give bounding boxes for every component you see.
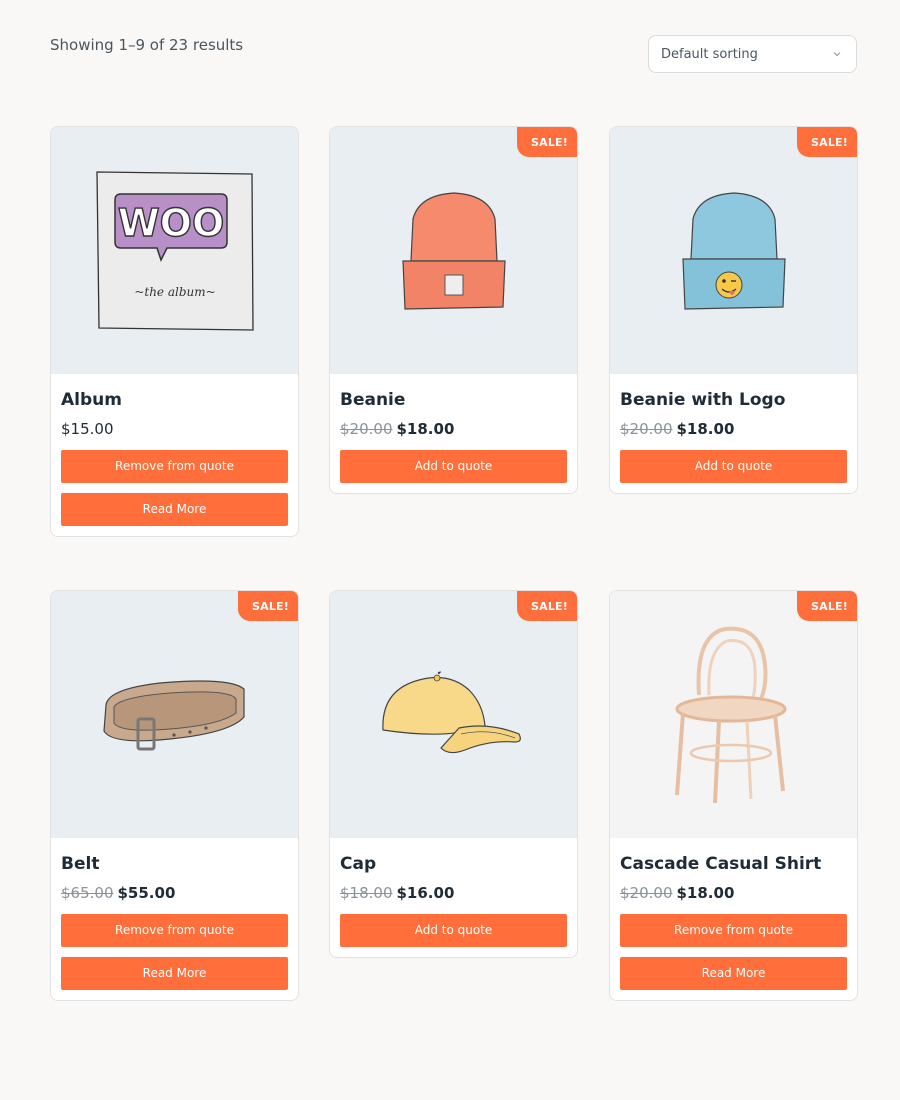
sale-badge: SALE! [238, 591, 298, 621]
svg-text:WOO: WOO [117, 201, 224, 245]
product-card-beanie-with-logo: SALE! Beanie with Logo $20.00 $18.00 Add … [609, 126, 858, 494]
price-regular: $15.00 [61, 420, 114, 438]
product-title[interactable]: Cap [340, 854, 567, 874]
cap-illustration [381, 671, 521, 753]
product-title[interactable]: Belt [61, 854, 288, 874]
price-sale: $18.00 [676, 884, 735, 902]
beanie-illustration [401, 191, 506, 310]
product-card-cap: SALE! Cap $18.00 $16.00 Add to quote [329, 590, 578, 958]
chevron-down-icon [833, 52, 841, 57]
remove-from-quote-button[interactable]: Remove from quote [61, 450, 288, 483]
add-to-quote-button[interactable]: Add to quote [620, 450, 847, 483]
product-title[interactable]: Beanie [340, 390, 567, 410]
read-more-button[interactable]: Read More [620, 957, 847, 990]
product-price: $65.00 $55.00 [61, 884, 288, 902]
price-old: $65.00 [61, 884, 114, 902]
price-sale: $16.00 [396, 884, 455, 902]
belt-illustration [102, 679, 245, 750]
price-sale: $18.00 [676, 420, 735, 438]
read-more-button[interactable]: Read More [61, 493, 288, 526]
chair-photo [674, 626, 786, 803]
price-old: $20.00 [620, 420, 673, 438]
sale-badge: SALE! [797, 127, 857, 157]
remove-from-quote-button[interactable]: Remove from quote [620, 914, 847, 947]
result-count: Showing 1–9 of 23 results [50, 36, 244, 54]
product-price: $15.00 [61, 420, 288, 438]
add-to-quote-button[interactable]: Add to quote [340, 450, 567, 483]
product-image-beanie-with-logo[interactable]: SALE! [610, 127, 857, 374]
product-image-album[interactable]: WOO ~the album~ [51, 127, 298, 374]
sale-badge: SALE! [517, 591, 577, 621]
product-price: $20.00 $18.00 [620, 420, 847, 438]
product-card-beanie: SALE! Beanie $20.00 $18.00 Add to quote [329, 126, 578, 494]
svg-text:~the album~: ~the album~ [134, 285, 215, 299]
price-old: $20.00 [620, 884, 673, 902]
product-price: $20.00 $18.00 [340, 420, 567, 438]
product-image-cascade-casual-shirt[interactable]: SALE! [610, 591, 857, 838]
product-card-cascade-casual-shirt: SALE! Cascade Casual Shirt $20.00 $18.00 … [609, 590, 858, 1001]
product-image-beanie[interactable]: SALE! [330, 127, 577, 374]
beanie-logo-illustration [681, 191, 786, 310]
product-image-cap[interactable]: SALE! [330, 591, 577, 838]
remove-from-quote-button[interactable]: Remove from quote [61, 914, 288, 947]
sale-badge: SALE! [517, 127, 577, 157]
product-price: $20.00 $18.00 [620, 884, 847, 902]
product-card-belt: SALE! Belt $65.00 $55.00 Remove from quot… [50, 590, 299, 1001]
sort-select[interactable]: Default sorting [648, 35, 857, 73]
read-more-button[interactable]: Read More [61, 957, 288, 990]
sort-select-value: Default sorting [661, 46, 758, 62]
product-price: $18.00 $16.00 [340, 884, 567, 902]
price-sale: $18.00 [396, 420, 455, 438]
product-card-album: WOO ~the album~ Album $15.00 Remove from… [50, 126, 299, 537]
album-illustration: WOO ~the album~ [95, 170, 254, 331]
product-title[interactable]: Album [61, 390, 288, 410]
price-sale: $55.00 [117, 884, 176, 902]
product-title[interactable]: Cascade Casual Shirt [620, 854, 847, 874]
product-image-belt[interactable]: SALE! [51, 591, 298, 838]
price-old: $18.00 [340, 884, 393, 902]
add-to-quote-button[interactable]: Add to quote [340, 914, 567, 947]
price-old: $20.00 [340, 420, 393, 438]
sale-badge: SALE! [797, 591, 857, 621]
product-title[interactable]: Beanie with Logo [620, 390, 847, 410]
